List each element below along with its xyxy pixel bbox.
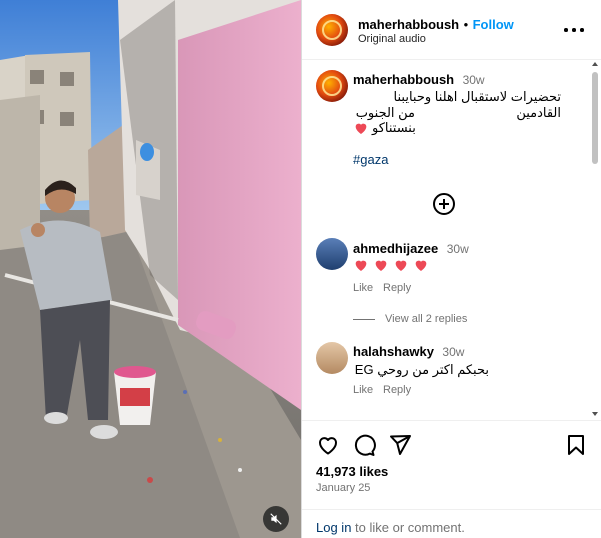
caption-line-3: بنستناكو bbox=[372, 120, 416, 135]
add-comment-icon[interactable] bbox=[432, 192, 456, 216]
like-count[interactable]: 41,973 likes bbox=[316, 464, 388, 479]
post-sidebar: maherhabboush • Follow Original audio ma… bbox=[301, 0, 601, 538]
like-icon[interactable] bbox=[316, 433, 340, 457]
follow-button[interactable]: Follow bbox=[473, 17, 514, 32]
post-header: maherhabboush • Follow Original audio bbox=[302, 0, 601, 60]
caption-author-username[interactable]: maherhabboush bbox=[353, 72, 454, 87]
comment-emoji-hearts bbox=[353, 257, 429, 273]
hashtag-link[interactable]: #gaza bbox=[353, 152, 388, 167]
scrollbar-thumb[interactable] bbox=[592, 72, 598, 164]
login-prompt-text: to like or comment. bbox=[351, 520, 465, 535]
comment-username[interactable]: ahmedhijazee bbox=[353, 241, 438, 256]
audio-label[interactable]: Original audio bbox=[358, 33, 426, 45]
caption-author-avatar[interactable] bbox=[316, 70, 348, 102]
heart-emoji-icon bbox=[375, 260, 387, 271]
save-icon[interactable] bbox=[564, 433, 588, 457]
login-link[interactable]: Log in bbox=[316, 520, 351, 535]
caption-line-2: من الجنوب bbox=[355, 105, 415, 120]
comment-text: بحبكم اكتر من روحي EG bbox=[354, 362, 489, 377]
comment-like-button[interactable]: Like bbox=[353, 282, 373, 294]
author-avatar[interactable] bbox=[316, 14, 348, 46]
commenter-avatar[interactable] bbox=[316, 238, 348, 270]
scroll-up-arrow-icon[interactable] bbox=[590, 60, 600, 68]
more-options-icon[interactable] bbox=[562, 22, 586, 38]
video-frame bbox=[0, 0, 301, 538]
commenter-avatar[interactable] bbox=[316, 342, 348, 374]
audio-muted-icon bbox=[270, 513, 282, 525]
post-video[interactable] bbox=[0, 0, 301, 538]
login-prompt: Log in to like or comment. bbox=[302, 509, 601, 538]
caption-age[interactable]: 30w bbox=[463, 73, 485, 87]
comment-reply-button[interactable]: Reply bbox=[383, 384, 411, 396]
comments-scrollbar[interactable] bbox=[590, 60, 600, 418]
mute-toggle-button[interactable] bbox=[263, 506, 289, 532]
view-replies-button[interactable]: View all 2 replies bbox=[353, 313, 467, 325]
separator-dot: • bbox=[463, 17, 469, 32]
heart-emoji-icon bbox=[395, 260, 407, 271]
view-replies-label: View all 2 replies bbox=[385, 313, 468, 325]
comment-age[interactable]: 30w bbox=[442, 345, 464, 359]
post-date[interactable]: January 25 bbox=[316, 482, 370, 494]
comment-reply-button[interactable]: Reply bbox=[383, 282, 411, 294]
heart-emoji-icon bbox=[355, 123, 367, 134]
heart-emoji-icon bbox=[355, 260, 367, 271]
share-icon[interactable] bbox=[388, 433, 412, 457]
comments-list[interactable]: maherhabboush 30w تحضيرات لاستقبال اهلنا… bbox=[302, 60, 601, 420]
heart-emoji-icon bbox=[415, 260, 427, 271]
comment-like-button[interactable]: Like bbox=[353, 384, 373, 396]
comment-age[interactable]: 30w bbox=[447, 242, 469, 256]
post-actions: 41,973 likes January 25 Log in to like o… bbox=[302, 420, 601, 538]
scroll-down-arrow-icon[interactable] bbox=[590, 410, 600, 418]
comment-icon[interactable] bbox=[352, 433, 376, 457]
comment-username[interactable]: halahshawky bbox=[353, 344, 434, 359]
author-username[interactable]: maherhabboush bbox=[358, 17, 459, 32]
